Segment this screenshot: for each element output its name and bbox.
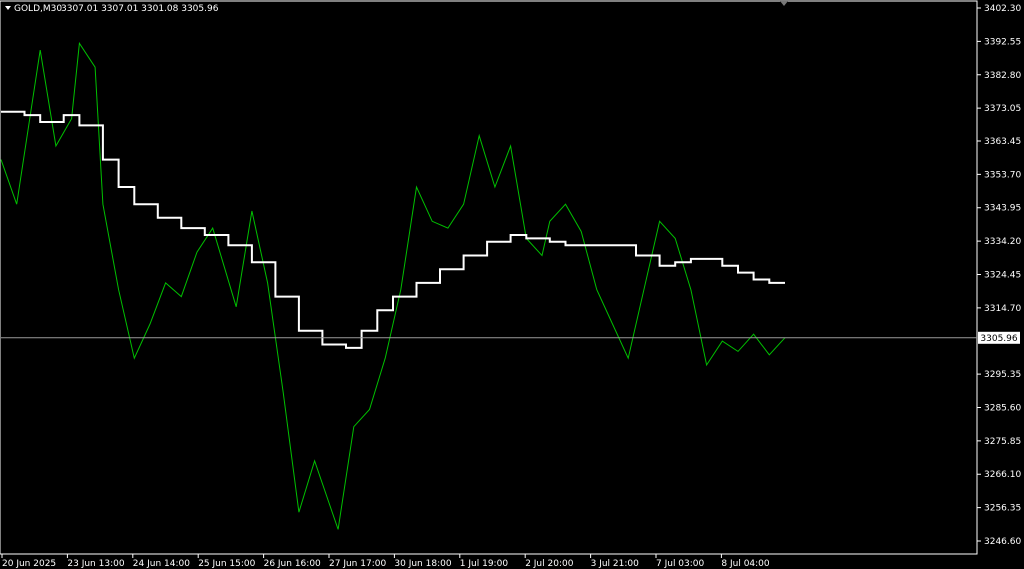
y-tick-label: 3246.60 bbox=[984, 537, 1021, 547]
y-tick-label: 3275.85 bbox=[984, 437, 1021, 447]
y-tick-label: 3334.20 bbox=[984, 237, 1021, 247]
x-tick-label: 7 Jul 03:00 bbox=[656, 559, 705, 569]
x-tick-label: 25 Jun 15:00 bbox=[198, 559, 255, 569]
current-price-tag: 3305.96 bbox=[978, 331, 1020, 344]
y-tick-label: 3295.35 bbox=[984, 370, 1021, 380]
ohlc-label: 3307.01 3307.01 3301.08 3305.96 bbox=[61, 4, 219, 14]
current-price-label: 3305.96 bbox=[980, 334, 1017, 344]
x-tick-label: 20 Jun 2025 bbox=[2, 559, 56, 569]
x-tick-label: 30 Jun 18:00 bbox=[394, 559, 451, 569]
x-tick-label: 8 Jul 04:00 bbox=[721, 559, 770, 569]
x-tick-label: 3 Jul 21:00 bbox=[591, 559, 640, 569]
y-tick-label: 3343.95 bbox=[984, 204, 1021, 214]
y-tick-label: 3324.45 bbox=[984, 271, 1021, 281]
y-tick-label: 3353.70 bbox=[984, 170, 1021, 180]
y-tick-label: 3314.70 bbox=[984, 304, 1021, 314]
y-tick-label: 3402.30 bbox=[984, 4, 1021, 14]
y-tick-label: 3256.35 bbox=[984, 504, 1021, 514]
symbol-label: GOLD,M30 bbox=[14, 4, 62, 14]
x-tick-label: 24 Jun 14:00 bbox=[133, 559, 190, 569]
x-tick-label: 23 Jun 13:00 bbox=[67, 559, 124, 569]
y-tick-label: 3382.80 bbox=[984, 71, 1021, 81]
y-tick-label: 3266.10 bbox=[984, 470, 1021, 480]
x-tick-label: 1 Jul 19:00 bbox=[460, 559, 509, 569]
x-tick-label: 26 Jun 16:00 bbox=[264, 559, 321, 569]
y-tick-label: 3363.45 bbox=[984, 137, 1021, 147]
y-tick-label: 3392.55 bbox=[984, 37, 1021, 47]
x-tick-label: 27 Jun 17:00 bbox=[329, 559, 386, 569]
price-chart[interactable]: 3402.30 3392.55 3382.80 3373.05 3363.45 3353.… bbox=[0, 0, 1024, 569]
x-tick-label: 2 Jul 20:00 bbox=[525, 559, 574, 569]
y-tick-label: 3373.05 bbox=[984, 104, 1021, 114]
chart-background bbox=[0, 0, 1024, 569]
chart-header[interactable]: GOLD,M30 3307.01 3307.01 3301.08 3305.96 bbox=[5, 4, 219, 14]
y-tick-label: 3285.60 bbox=[984, 403, 1021, 413]
